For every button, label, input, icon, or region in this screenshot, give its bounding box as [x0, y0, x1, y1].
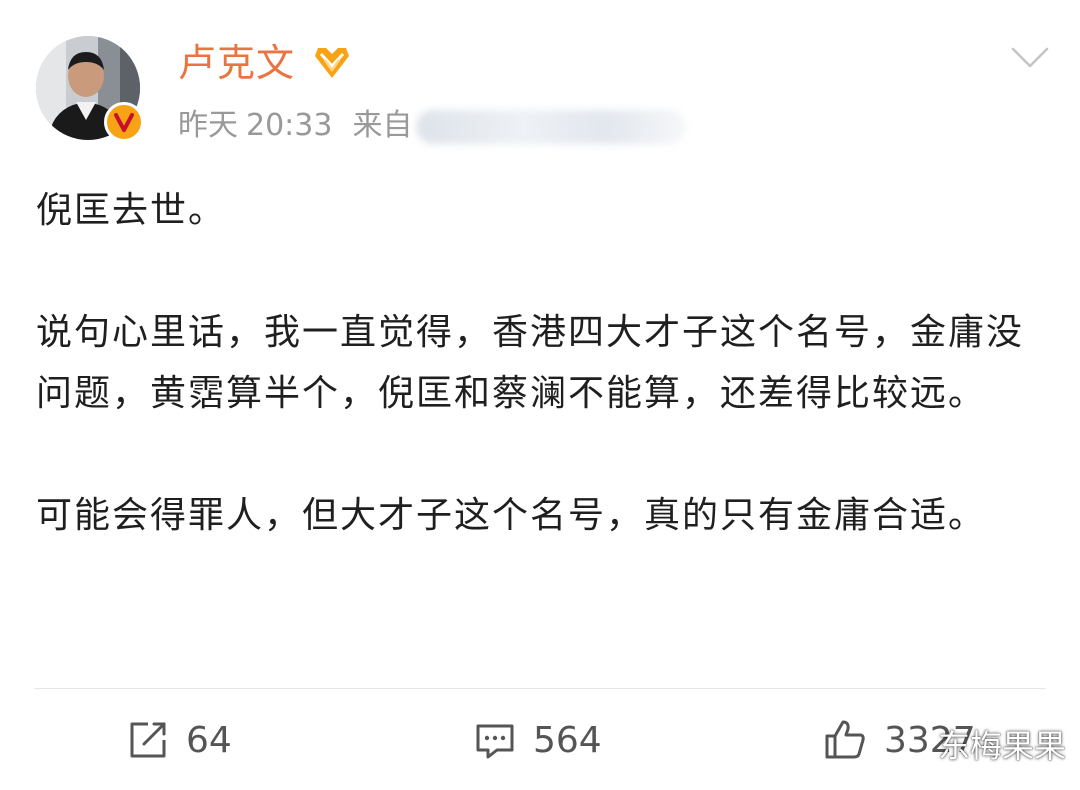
comment-button[interactable]: 564 — [473, 705, 602, 775]
post-meta: 昨天 20:33 来自 — [178, 106, 687, 146]
comment-icon — [476, 724, 514, 759]
action-bar: 64 564 3327 — [0, 705, 1080, 775]
thumbs-up-icon — [825, 720, 865, 759]
repost-button[interactable]: 64 — [126, 705, 232, 775]
post-paragraph: 说句心里话，我一直觉得，香港四大才子这个名号，金庸没问题，黄霑算半个，倪匡和蔡澜… — [36, 312, 1025, 414]
verified-v-icon — [104, 102, 144, 142]
post-paragraph: 倪匡去世。 — [36, 190, 227, 231]
post-paragraph: 可能会得罪人，但大才子这个名号，真的只有金庸合适。 — [36, 495, 987, 536]
comment-count: 564 — [533, 719, 602, 761]
post-content: 倪匡去世。 说句心里话，我一直觉得，香港四大才子这个名号，金庸没问题，黄霑算半个… — [36, 180, 1036, 546]
repost-count: 64 — [186, 719, 232, 761]
avatar-container[interactable] — [36, 36, 144, 142]
post-day: 昨天 — [178, 108, 238, 143]
repost-icon — [130, 722, 166, 758]
post-source-label: 来自 — [352, 108, 413, 143]
vip-diamond-icon[interactable] — [312, 42, 352, 82]
chevron-down-icon[interactable] — [1010, 44, 1050, 72]
username[interactable]: 卢克文 — [178, 38, 295, 88]
post-time: 20:33 — [246, 108, 333, 143]
divider — [34, 688, 1046, 689]
watermark: 东梅果果 — [937, 727, 1066, 765]
weibo-post: 卢克文 昨天 20:33 来自 倪匡去世。 说句心里话，我一直觉得，香港四大才子这个… — [0, 0, 1080, 790]
blurred-device-name — [416, 109, 687, 144]
